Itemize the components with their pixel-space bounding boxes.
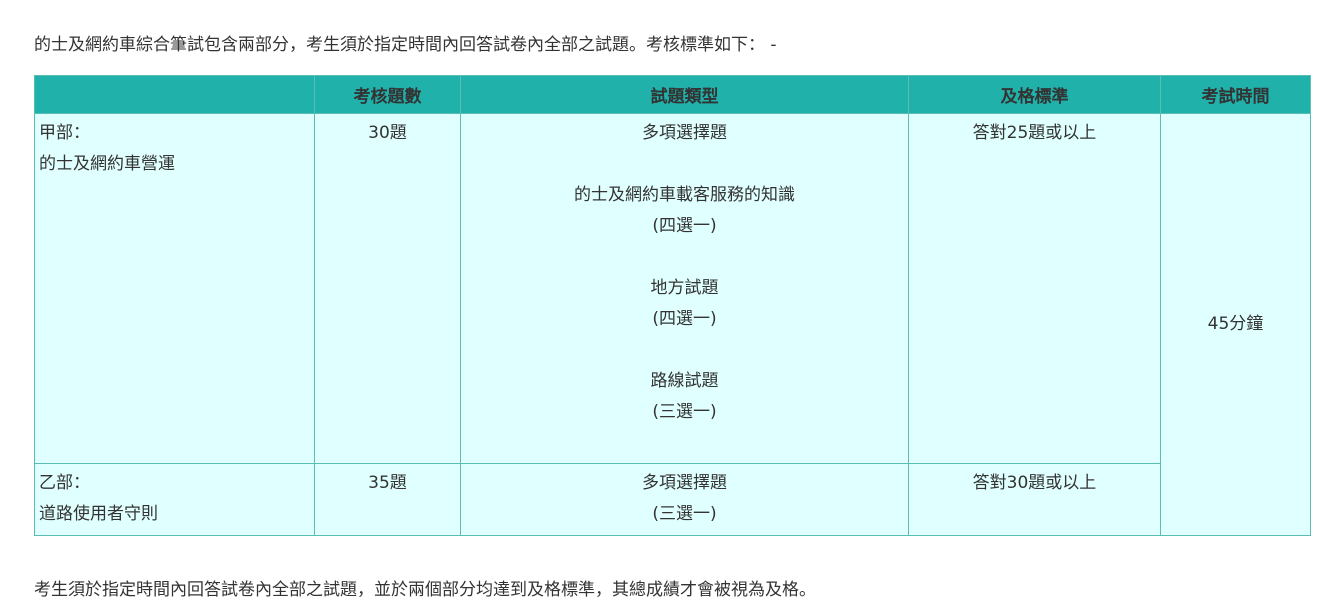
type-line: (三選一)	[652, 504, 717, 524]
exam-time-cell: 45分鐘	[1160, 113, 1311, 536]
table-header-row: 考核題數 試題類型 及格標準 考試時間	[34, 75, 1311, 114]
pass-cell: 答對25題或以上	[908, 113, 1161, 464]
type-line: 地方試題	[650, 278, 719, 298]
type-cell: 多項選擇題 (三選一)	[460, 463, 909, 536]
type-line: (四選一)	[652, 216, 717, 236]
type-line: 多項選擇題	[642, 473, 727, 493]
header-time: 考試時間	[1160, 75, 1311, 114]
type-line: 多項選擇題	[642, 123, 727, 143]
type-line: (三選一)	[652, 402, 717, 422]
type-gap	[461, 149, 908, 180]
type-cell: 多項選擇題 的士及網約車載客服務的知識 (四選一) 地方試題 (四選一) 路線試…	[460, 113, 909, 464]
part-name: 的士及網約車營運	[39, 154, 175, 174]
header-part	[34, 75, 315, 114]
header-type: 試題類型	[460, 75, 909, 114]
part-cell: 乙部： 道路使用者守則	[34, 463, 315, 536]
table-row: 乙部： 道路使用者守則 35題 多項選擇題 (三選一) 答對30題或以上	[34, 463, 1311, 536]
outro-paragraph: 考生須於指定時間內回答試卷內全部之試題，並於兩個部分均達到及格標準，其總成績才會…	[34, 580, 816, 600]
intro-paragraph: 的士及網約車綜合筆試包含兩部分，考生須於指定時間內回答試卷內全部之試題。考核標準…	[34, 35, 777, 55]
type-line: (四選一)	[652, 309, 717, 329]
type-line: 的士及網約車載客服務的知識	[574, 185, 795, 205]
part-label: 乙部：	[39, 473, 90, 493]
type-gap	[461, 335, 908, 366]
exam-criteria-table: 考核題數 試題類型 及格標準 考試時間 甲部： 的士及網約車營運 30題 多項選…	[34, 75, 1311, 536]
part-label: 甲部：	[39, 123, 90, 143]
part-cell: 甲部： 的士及網約車營運	[34, 113, 315, 464]
header-pass: 及格標準	[908, 75, 1161, 114]
part-name: 道路使用者守則	[39, 504, 158, 524]
count-cell: 30題	[314, 113, 461, 464]
header-count: 考核題數	[314, 75, 461, 114]
count-cell: 35題	[314, 463, 461, 536]
type-line: 路線試題	[650, 371, 719, 391]
pass-cell: 答對30題或以上	[908, 463, 1161, 536]
table-row: 甲部： 的士及網約車營運 30題 多項選擇題 的士及網約車載客服務的知識 (四選…	[34, 113, 1311, 536]
type-gap	[461, 242, 908, 273]
